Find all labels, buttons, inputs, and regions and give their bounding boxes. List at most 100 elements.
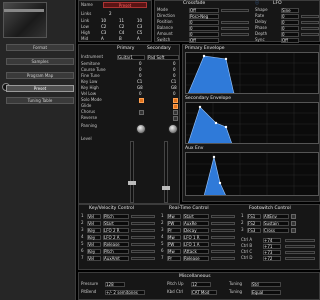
preset-name-field[interactable]: Preset	[103, 2, 147, 8]
rt-amount-slider[interactable]	[211, 229, 235, 232]
lfo-slider[interactable]	[301, 33, 319, 36]
link-value[interactable]: C4	[119, 30, 124, 36]
fs-source-select[interactable]: FS1	[247, 214, 261, 219]
lfo-slider[interactable]	[301, 21, 319, 24]
primary-chorus-toggle[interactable]	[139, 110, 144, 115]
crossfade-mode-select[interactable]: Off	[189, 8, 219, 13]
lfo-slider[interactable]	[301, 15, 319, 18]
crossfade-slider[interactable]	[221, 21, 249, 24]
crossfade-position-field[interactable]: 0	[189, 20, 219, 25]
kv-source-select[interactable]: Vel	[87, 256, 101, 261]
rt-amount-slider[interactable]	[211, 222, 235, 225]
fs-toggle[interactable]	[291, 228, 296, 233]
fs-dest-select[interactable]: Cross	[263, 228, 289, 233]
secondary-reverse-toggle[interactable]	[173, 116, 178, 121]
fs-dest-select[interactable]: AltEnv	[263, 214, 289, 219]
rt-source-select[interactable]: Pr	[167, 256, 181, 261]
secondary-chorus-toggle[interactable]	[173, 110, 178, 115]
fs-source-select[interactable]: FS2	[247, 221, 261, 226]
secondary-envelope-graph[interactable]	[185, 102, 319, 144]
kv-source-select[interactable]: Key	[87, 249, 101, 254]
lfo-phase-field[interactable]: 0	[281, 26, 299, 31]
fs-toggle[interactable]	[291, 221, 296, 226]
link-value[interactable]: C2	[119, 24, 124, 30]
tuning-mode-select[interactable]: Equal	[251, 290, 281, 295]
aux-envelope-graph[interactable]	[185, 152, 319, 196]
kbd-ctrl-select[interactable]: CAT Mod	[191, 290, 217, 295]
pressure-field[interactable]: 128	[105, 282, 125, 287]
primary-value[interactable]: G8	[137, 85, 143, 91]
kv-amount-slider[interactable]	[131, 229, 155, 232]
rt-source-select[interactable]: PW	[167, 242, 181, 247]
rt-amount-slider[interactable]	[211, 257, 235, 260]
primary-value[interactable]: C1	[137, 79, 142, 85]
secondary-instrument-select[interactable]: Pad Soft	[147, 55, 179, 60]
kv-dest-select[interactable]: AuxAmt	[103, 256, 129, 261]
primary-value[interactable]: 0	[139, 73, 142, 79]
crossfade-switch-select[interactable]: Off	[189, 38, 219, 43]
secondary-solo-toggle[interactable]	[173, 98, 178, 103]
lfo-slider[interactable]	[301, 27, 319, 30]
rt-source-select[interactable]: Pr	[167, 228, 181, 233]
lfo-delay-field[interactable]: 0	[281, 20, 299, 25]
ctrl-c-field[interactable]: +73	[263, 250, 281, 255]
tuning-field[interactable]: Std	[251, 282, 281, 287]
crossfade-balance-field[interactable]: 0	[189, 26, 219, 31]
primary-value[interactable]: 0	[139, 91, 142, 97]
rt-dest-select[interactable]: AuxRe	[183, 221, 209, 226]
secondary-value[interactable]: C1	[171, 79, 176, 85]
rt-dest-select[interactable]: LFO 1 R	[183, 235, 209, 240]
primary-instrument-select[interactable]: Guitar1	[117, 55, 145, 60]
info-icon[interactable]: ⓘ	[255, 0, 259, 6]
kv-dest-select[interactable]: LFO 2 R	[103, 228, 129, 233]
fs-dest-select[interactable]: Sustain	[263, 221, 289, 226]
ctrl-b-slider[interactable]	[285, 245, 315, 248]
primary-solo-toggle[interactable]	[139, 98, 144, 103]
kv-source-select[interactable]: Vel	[87, 214, 101, 219]
kv-source-select[interactable]: Key	[87, 228, 101, 233]
sidebar-item-preset[interactable]: Preset	[6, 85, 74, 92]
lfo-depth-field[interactable]: 0	[281, 32, 299, 37]
kv-source-select[interactable]: Vel	[87, 242, 101, 247]
fs-toggle[interactable]	[291, 214, 296, 219]
secondary-level-fader-track[interactable]	[164, 141, 168, 203]
ctrl-b-field[interactable]: +71	[263, 244, 281, 249]
rt-amount-slider[interactable]	[211, 215, 235, 218]
rt-dest-select[interactable]: Start	[183, 214, 209, 219]
secondary-glide-toggle[interactable]	[173, 104, 178, 109]
rt-amount-slider[interactable]	[211, 250, 235, 253]
kv-amount-slider[interactable]	[131, 222, 155, 225]
rt-source-select[interactable]: Mw	[167, 214, 181, 219]
kv-amount-slider[interactable]	[131, 250, 155, 253]
kv-dest-select[interactable]: Pitch	[103, 249, 129, 254]
ctrl-d-field[interactable]: +72	[263, 256, 281, 261]
ctrl-a-slider[interactable]	[285, 239, 315, 242]
kv-dest-select[interactable]: Pitch	[103, 214, 129, 219]
sidebar-item-program-map[interactable]: Program Map	[6, 72, 74, 79]
secondary-value[interactable]: 0	[173, 91, 176, 97]
sidebar-item-samples[interactable]: Samples	[6, 58, 74, 65]
link-value[interactable]: 10	[137, 18, 142, 24]
kv-source-select[interactable]: Key	[87, 235, 101, 240]
kv-amount-slider[interactable]	[131, 257, 155, 260]
pitbend-select[interactable]: +/- 2 semitones	[105, 290, 145, 295]
secondary-level-fader-handle[interactable]	[162, 186, 170, 190]
secondary-value[interactable]: G8	[171, 85, 177, 91]
secondary-value[interactable]: 0	[173, 61, 176, 67]
lfo-rate-field[interactable]: 0	[281, 14, 299, 19]
secondary-value[interactable]: 0	[173, 73, 176, 79]
link-value[interactable]: C2	[101, 24, 106, 30]
rt-source-select[interactable]: Mw	[167, 249, 181, 254]
link-value[interactable]: 11	[119, 18, 124, 24]
crossfade-direction-select[interactable]: Pos>Neg	[189, 14, 219, 19]
primary-level-fader-handle[interactable]	[128, 181, 136, 185]
crossfade-slider[interactable]	[221, 33, 249, 36]
link-value[interactable]: C5	[137, 30, 142, 36]
crossfade-slider[interactable]	[221, 9, 249, 12]
primary-pan-knob[interactable]	[136, 124, 146, 134]
secondary-value[interactable]: 0	[173, 67, 176, 73]
primary-level-fader-track[interactable]	[130, 141, 134, 203]
primary-value[interactable]: 0	[139, 61, 142, 67]
kv-dest-select[interactable]: LFO 2 A	[103, 235, 129, 240]
sidebar-item-format[interactable]: Format	[6, 44, 74, 51]
